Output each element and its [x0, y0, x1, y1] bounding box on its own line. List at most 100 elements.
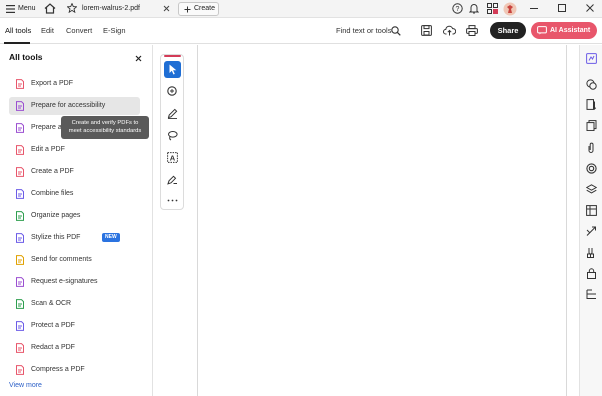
close-tab-icon[interactable]: [163, 5, 170, 12]
layers-icon[interactable]: [586, 184, 597, 195]
tab-e-sign[interactable]: E-Sign: [103, 26, 126, 35]
tool-label: Redact a PDF: [31, 344, 75, 351]
user-avatar[interactable]: [503, 2, 517, 16]
tool-item[interactable]: Export a PDF: [9, 75, 140, 93]
share-button[interactable]: Share: [490, 22, 526, 39]
print-icon[interactable]: [466, 25, 478, 36]
tool-label: Create a PDF: [31, 168, 74, 175]
layers-circle-icon[interactable]: [586, 163, 597, 174]
lock-file-icon[interactable]: [586, 268, 597, 279]
tool-label: Prepare for accessibility: [31, 102, 106, 109]
edit-grid-icon[interactable]: [586, 205, 597, 216]
search-icon[interactable]: [391, 26, 401, 36]
lasso-icon: [167, 130, 178, 141]
add-text-button[interactable]: A: [164, 149, 181, 166]
tool-item[interactable]: Send for comments: [9, 251, 140, 269]
tool-label: Stylize this PDF: [31, 234, 81, 241]
organize-pages-icon: [15, 211, 25, 221]
ai-assistant-label: AI Assistant: [550, 27, 591, 34]
redact-pdf-icon: [15, 343, 25, 353]
tool-label: Export a PDF: [31, 80, 74, 87]
tool-label: Prepare a: [31, 124, 62, 131]
tab-all-tools[interactable]: All tools: [5, 26, 31, 35]
tool-label: Edit a PDF: [31, 146, 65, 153]
tool-item[interactable]: Request e-signatures: [9, 273, 140, 291]
sign-tool-button[interactable]: [164, 171, 181, 188]
tool-label: Request e-signatures: [31, 278, 98, 285]
apps-grid-icon[interactable]: [487, 3, 498, 14]
bookmarks-icon[interactable]: [586, 99, 597, 110]
edit-pdf-icon: [15, 145, 25, 155]
structure-tree-icon[interactable]: [586, 289, 597, 300]
close-window-icon[interactable]: [586, 4, 594, 12]
home-icon[interactable]: [44, 3, 56, 14]
toolbar-accent: [164, 55, 181, 57]
tool-item[interactable]: Redact a PDF: [9, 339, 140, 357]
star-icon[interactable]: [67, 3, 77, 13]
tool-label: Send for comments: [31, 256, 92, 263]
notifications-bell-icon[interactable]: [469, 3, 479, 14]
more-tools-button[interactable]: [164, 192, 181, 209]
comments-icon[interactable]: [586, 79, 597, 90]
ai-assistant-icon: [537, 26, 547, 35]
compare-arrows-icon[interactable]: [586, 226, 597, 237]
signature-pen-icon: [167, 174, 178, 185]
document-tab-title[interactable]: lorem-walrus-2.pdf: [82, 5, 140, 12]
tool-item[interactable]: Combine files: [9, 185, 140, 203]
text-box-icon: A: [167, 152, 178, 163]
help-icon[interactable]: ?: [452, 3, 463, 14]
export-pdf-icon: [15, 79, 25, 89]
panel-title: All tools: [9, 52, 43, 62]
tool-item[interactable]: Organize pages: [9, 207, 140, 225]
tool-item[interactable]: Edit a PDF: [9, 141, 140, 159]
hamburger-menu-icon[interactable]: [6, 5, 15, 13]
select-tool-button[interactable]: [164, 61, 181, 78]
new-badge: NEW: [102, 233, 120, 242]
create-button[interactable]: Create: [178, 2, 219, 16]
tool-item[interactable]: Prepare for accessibility: [9, 97, 140, 115]
right-rail: [579, 45, 602, 396]
tab-edit[interactable]: Edit: [41, 26, 54, 35]
attachments-icon[interactable]: [586, 142, 597, 153]
tool-label: Scan & OCR: [31, 300, 72, 307]
tab-convert[interactable]: Convert: [66, 26, 92, 35]
upload-cloud-icon[interactable]: [443, 25, 456, 36]
links-icon[interactable]: [586, 247, 597, 258]
find-text-or-tools[interactable]: Find text or tools: [336, 26, 391, 35]
tool-item[interactable]: Stylize this PDF NEW: [9, 229, 140, 247]
document-page[interactable]: [197, 45, 567, 396]
tool-label: Combine files: [31, 190, 74, 197]
tool-item[interactable]: Protect a PDF: [9, 317, 140, 335]
cursor-icon: [169, 64, 177, 75]
svg-text:A: A: [170, 153, 176, 162]
tool-label: Organize pages: [31, 212, 81, 219]
stylize-icon: [15, 233, 25, 243]
menu-bar: All tools Edit Convert E-Sign Find text …: [0, 18, 602, 44]
menu-label[interactable]: Menu: [18, 5, 36, 12]
tool-item[interactable]: Compress a PDF: [9, 361, 140, 379]
maximize-icon[interactable]: [558, 4, 566, 12]
pen-icon: [167, 108, 178, 119]
close-panel-icon[interactable]: [135, 55, 142, 62]
tool-label: Protect a PDF: [31, 322, 75, 329]
more-dots-icon: [167, 199, 178, 202]
send-comments-icon: [15, 255, 25, 265]
ai-assistant-button[interactable]: AI Assistant: [531, 22, 597, 39]
minimize-icon[interactable]: [530, 8, 538, 10]
ai-summary-icon[interactable]: [586, 53, 597, 64]
save-icon[interactable]: [421, 25, 432, 36]
draw-tool-button[interactable]: [164, 127, 181, 144]
create-label: Create: [194, 5, 216, 12]
page-thumbnails-icon[interactable]: [586, 120, 597, 131]
tool-item[interactable]: Scan & OCR: [9, 295, 140, 313]
highlight-tool-button[interactable]: [164, 105, 181, 122]
view-more-link[interactable]: View more: [9, 382, 42, 389]
comment-icon: [167, 86, 178, 97]
add-comment-button[interactable]: [164, 83, 181, 100]
svg-text:?: ?: [456, 6, 460, 13]
plus-icon: [184, 6, 191, 13]
create-pdf-icon: [15, 167, 25, 177]
scan-ocr-icon: [15, 299, 25, 309]
tool-item[interactable]: Create a PDF: [9, 163, 140, 181]
quick-tools-toolbar: A: [160, 54, 184, 210]
